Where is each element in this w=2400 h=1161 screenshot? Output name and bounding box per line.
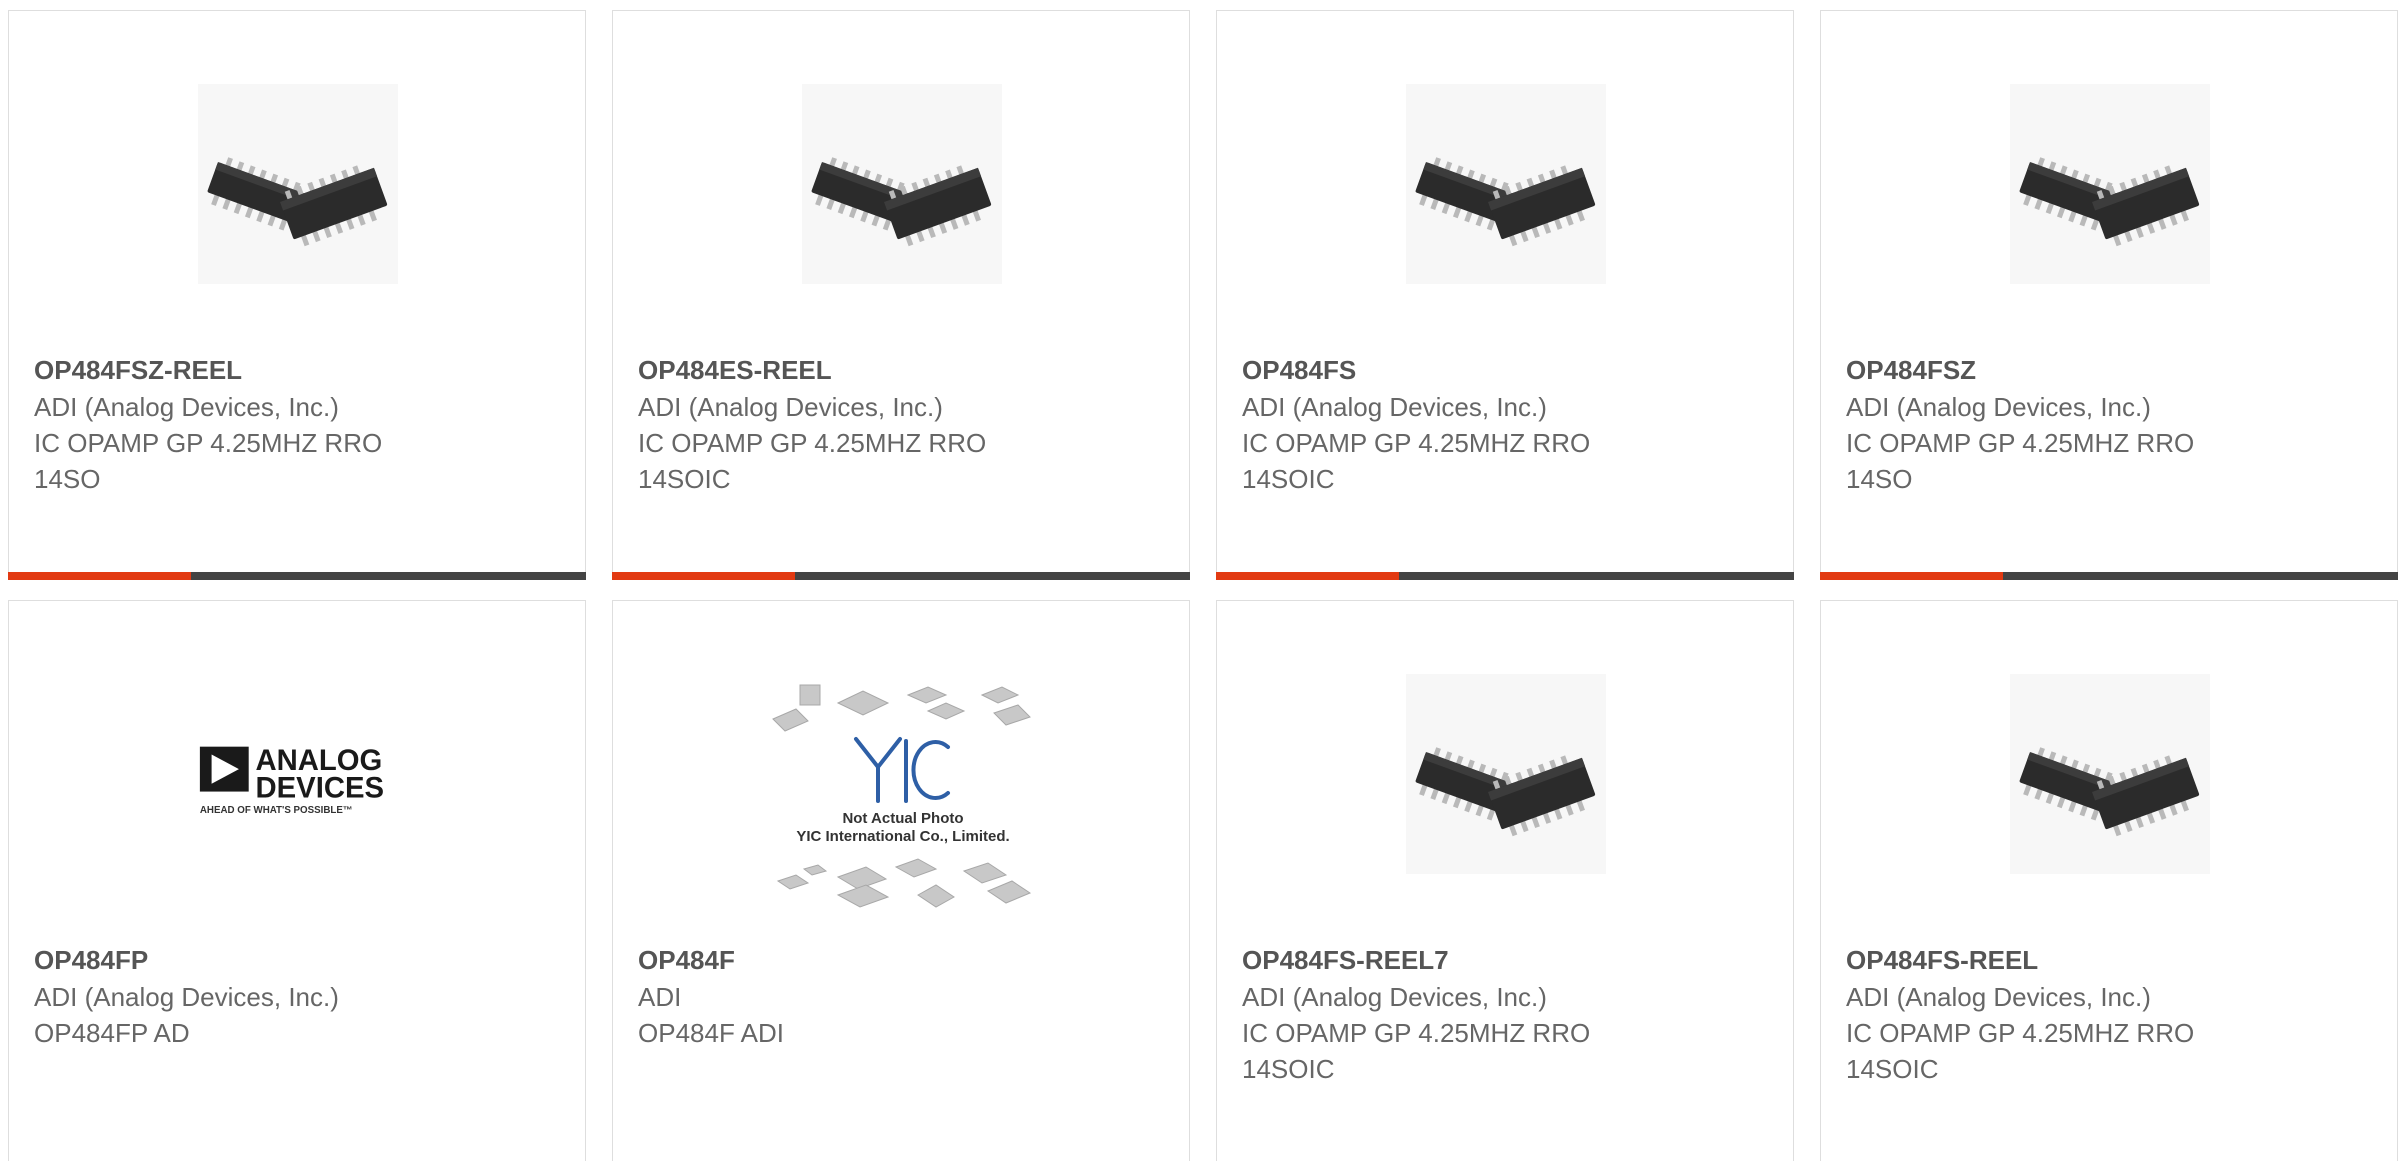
- product-info: OP484FS ADI (Analog Devices, Inc.) IC OP…: [1242, 351, 1773, 497]
- product-grid: OP484FSZ-REEL ADI (Analog Devices, Inc.)…: [0, 0, 2400, 1161]
- product-card[interactable]: OP484FSZ ADI (Analog Devices, Inc.) IC O…: [1820, 10, 2398, 580]
- manufacturer: ADI: [638, 982, 682, 1012]
- product-card[interactable]: OP484ES-REEL ADI (Analog Devices, Inc.) …: [612, 10, 1190, 580]
- product-info: OP484F ADI OP484F ADI: [638, 941, 1169, 1051]
- description: IC OPAMP GP 4.25MHZ RRO 14SO: [1846, 428, 2195, 494]
- manufacturer: ADI (Analog Devices, Inc.): [638, 392, 943, 422]
- soic-chip-icon: [1405, 673, 1606, 874]
- soic-chip-icon: [801, 83, 1002, 284]
- product-image[interactable]: ANALOG DEVICES AHEAD OF WHAT'S POSSIBLE™: [195, 671, 400, 876]
- analog-devices-logo-icon: ANALOG DEVICES AHEAD OF WHAT'S POSSIBLE™: [199, 744, 384, 816]
- product-card[interactable]: OP484FSZ-REEL ADI (Analog Devices, Inc.)…: [8, 10, 586, 580]
- part-number-link[interactable]: OP484FS-REEL: [1846, 941, 2377, 979]
- part-number-link[interactable]: OP484FS: [1242, 351, 1773, 389]
- card-accent-bar: [1216, 572, 1399, 580]
- product-card[interactable]: OP484FS-REEL ADI (Analog Devices, Inc.) …: [1820, 600, 2398, 1161]
- card-accent-bar: [612, 572, 795, 580]
- description: IC OPAMP GP 4.25MHZ RRO 14SOIC: [638, 428, 987, 494]
- description: IC OPAMP GP 4.25MHZ RRO 14SOIC: [1846, 1018, 2195, 1084]
- description: IC OPAMP GP 4.25MHZ RRO 14SOIC: [1242, 1018, 1591, 1084]
- product-info: OP484FSZ ADI (Analog Devices, Inc.) IC O…: [1846, 351, 2377, 497]
- manufacturer: ADI (Analog Devices, Inc.): [1846, 392, 2151, 422]
- logo-line2: DEVICES: [256, 771, 384, 804]
- product-info: OP484FS-REEL7 ADI (Analog Devices, Inc.)…: [1242, 941, 1773, 1087]
- product-info: OP484FSZ-REEL ADI (Analog Devices, Inc.)…: [34, 351, 565, 497]
- card-accent-bar: [8, 572, 191, 580]
- product-image[interactable]: [1403, 81, 1608, 286]
- description: IC OPAMP GP 4.25MHZ RRO 14SOIC: [1242, 428, 1591, 494]
- logo-tagline: AHEAD OF WHAT'S POSSIBLE™: [200, 805, 353, 816]
- product-info: OP484FS-REEL ADI (Analog Devices, Inc.) …: [1846, 941, 2377, 1087]
- soic-chip-icon: [1405, 83, 1606, 284]
- product-card[interactable]: ANALOG DEVICES AHEAD OF WHAT'S POSSIBLE™…: [8, 600, 586, 1161]
- part-number-link[interactable]: OP484FS-REEL7: [1242, 941, 1773, 979]
- manufacturer: ADI (Analog Devices, Inc.): [1242, 982, 1547, 1012]
- card-accent-bar: [1820, 572, 2003, 580]
- card-footer-bar: [612, 572, 1190, 580]
- card-footer-bar: [1820, 572, 2398, 580]
- manufacturer: ADI (Analog Devices, Inc.): [34, 392, 339, 422]
- part-number-link[interactable]: OP484FP: [34, 941, 565, 979]
- product-card[interactable]: OP484FS-REEL7 ADI (Analog Devices, Inc.)…: [1216, 600, 1794, 1161]
- manufacturer: ADI (Analog Devices, Inc.): [34, 982, 339, 1012]
- description: IC OPAMP GP 4.25MHZ RRO 14SO: [34, 428, 383, 494]
- product-image[interactable]: [799, 81, 1004, 286]
- yic-placeholder-icon: Not Actual Photo YIC International Co., …: [772, 684, 1032, 908]
- product-image[interactable]: [195, 81, 400, 286]
- card-footer-bar: [1216, 572, 1794, 580]
- soic-chip-icon: [2009, 673, 2210, 874]
- manufacturer: ADI (Analog Devices, Inc.): [1242, 392, 1547, 422]
- placeholder-line1: Not Actual Photo: [842, 810, 963, 827]
- placeholder-line2: YIC International Co., Limited.: [796, 828, 1009, 845]
- part-number-link[interactable]: OP484ES-REEL: [638, 351, 1169, 389]
- product-info: OP484ES-REEL ADI (Analog Devices, Inc.) …: [638, 351, 1169, 497]
- product-image[interactable]: [2007, 671, 2212, 876]
- description: OP484F ADI: [638, 1018, 784, 1048]
- product-image[interactable]: Not Actual Photo YIC International Co., …: [768, 681, 1038, 921]
- part-number-link[interactable]: OP484FSZ: [1846, 351, 2377, 389]
- product-card[interactable]: Not Actual Photo YIC International Co., …: [612, 600, 1190, 1161]
- product-image[interactable]: [2007, 81, 2212, 286]
- product-card[interactable]: OP484FS ADI (Analog Devices, Inc.) IC OP…: [1216, 10, 1794, 580]
- product-image[interactable]: [1403, 671, 1608, 876]
- part-number-link[interactable]: OP484FSZ-REEL: [34, 351, 565, 389]
- soic-chip-icon: [197, 83, 398, 284]
- card-footer-bar: [8, 572, 586, 580]
- description: OP484FP AD: [34, 1018, 190, 1048]
- product-info: OP484FP ADI (Analog Devices, Inc.) OP484…: [34, 941, 565, 1051]
- manufacturer: ADI (Analog Devices, Inc.): [1846, 982, 2151, 1012]
- soic-chip-icon: [2009, 83, 2210, 284]
- part-number-link[interactable]: OP484F: [638, 941, 1169, 979]
